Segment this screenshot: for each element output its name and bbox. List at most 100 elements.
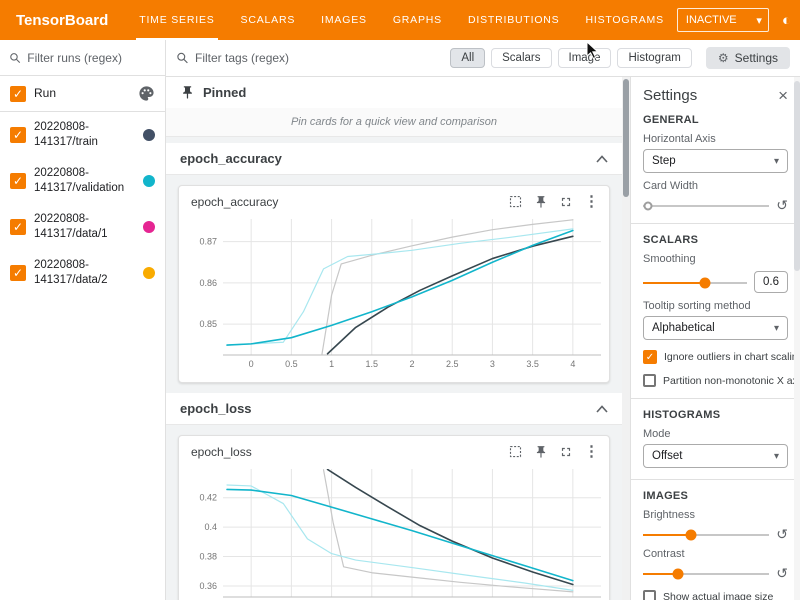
check-icon: ✓ [13,266,23,280]
cards-scroll-area: Pinned Pin cards for a quick view and co… [166,77,630,600]
pin-icon[interactable] [534,195,548,209]
chevron-up-icon[interactable] [596,155,608,163]
reset-icon[interactable]: ↺ [776,198,788,212]
reset-icon[interactable]: ↺ [776,527,788,541]
chevron-up-icon[interactable] [596,405,608,413]
svg-text:3.5: 3.5 [526,359,539,369]
svg-text:0.36: 0.36 [199,581,217,591]
close-icon[interactable]: × [778,87,788,104]
card-width-row: ↺ [643,198,788,212]
tab-graphs[interactable]: GRAPHS [380,0,455,40]
svg-text:0.38: 0.38 [199,552,217,562]
run-label: 20220808-141317/train [34,120,135,150]
pin-icon[interactable] [534,445,548,459]
partition-x-axis-row[interactable]: Partition non-monotonic X axis i [643,374,788,387]
show-actual-size-label: Show actual image size [663,591,773,600]
svg-text:0: 0 [249,359,254,369]
run-row-data-1[interactable]: ✓ 20220808-141317/data/1 [0,204,165,250]
run-color-dot[interactable] [143,129,155,141]
card-width-label: Card Width [643,180,788,192]
chip-all[interactable]: All [450,48,485,68]
svg-text:2: 2 [409,359,414,369]
main-area: All Scalars Image Histogram ⚙ Settings [166,40,800,600]
tab-images[interactable]: IMAGES [308,0,380,40]
brightness-slider[interactable] [643,528,769,541]
filter-tags-input[interactable] [195,51,444,65]
run-checkbox[interactable]: ✓ [10,127,26,143]
section-header-epoch-accuracy[interactable]: epoch_accuracy [166,143,622,175]
contrast-slider[interactable] [643,567,769,580]
run-row-train[interactable]: ✓ 20220808-141317/train [0,112,165,158]
show-actual-size-row[interactable]: Show actual image size [643,590,788,600]
card-title: epoch_loss [191,445,508,459]
settings-button[interactable]: ⚙ Settings [706,47,790,69]
run-label: 20220808-141317/data/1 [34,212,135,242]
ignore-outliers-row[interactable]: ✓ Ignore outliers in chart scaling [643,350,788,364]
runs-header-row[interactable]: ✓ Run [0,76,165,112]
content: ✓ Run ✓ 20220808-141317/train ✓ 20220808… [0,40,800,600]
fit-domain-icon[interactable] [508,444,523,459]
run-checkbox[interactable]: ✓ [10,219,26,235]
horizontal-axis-dropdown[interactable]: Step ▾ [643,149,788,173]
tag-filter-chips: All Scalars Image Histogram [450,48,692,68]
svg-text:1: 1 [329,359,334,369]
tooltip-sorting-dropdown[interactable]: Alphabetical ▾ [643,316,788,340]
status-dropdown[interactable]: INACTIVE ▾ [677,8,769,32]
fullscreen-icon[interactable] [559,195,573,209]
gear-icon: ⚙ [718,51,729,65]
run-color-dot[interactable] [143,221,155,233]
app-title: TensorBoard [16,12,108,29]
smoothing-value-input[interactable]: 0.6 [754,271,788,293]
smoothing-label: Smoothing [643,253,788,265]
run-label: 20220808-141317/validation [34,166,135,196]
run-checkbox[interactable]: ✓ [10,173,26,189]
search-icon [176,51,189,65]
tab-time-series[interactable]: TIME SERIES [126,0,227,40]
tag-toolbar: All Scalars Image Histogram ⚙ Settings [166,40,800,77]
chip-scalars[interactable]: Scalars [491,48,551,68]
settings-button-label: Settings [735,51,778,65]
section-header-epoch-loss[interactable]: epoch_loss [166,393,622,425]
theme-toggle-icon[interactable]: ◐ [782,13,791,28]
lower-area: Pinned Pin cards for a quick view and co… [166,77,800,600]
run-checkbox[interactable]: ✓ [10,265,26,281]
tab-scalars[interactable]: SCALARS [228,0,309,40]
line-chart[interactable]: 00.511.522.533.540.360.380.40.42 [183,463,611,600]
caret-down-icon: ▾ [756,14,762,27]
card-width-slider[interactable] [643,199,769,212]
settings-scrollbar[interactable] [794,77,800,600]
line-chart[interactable]: 00.511.522.533.540.850.860.87 [183,213,611,371]
filter-runs-row [0,40,165,76]
partition-x-axis-checkbox[interactable] [643,374,656,387]
ignore-outliers-checkbox[interactable]: ✓ [643,350,657,364]
run-color-dot[interactable] [143,267,155,279]
select-all-runs-checkbox[interactable]: ✓ [10,86,26,102]
filter-runs-input[interactable] [27,51,156,65]
run-color-dot[interactable] [143,175,155,187]
chart-epoch-accuracy[interactable]: 00.511.522.533.540.850.860.87 [179,211,609,382]
show-actual-size-checkbox[interactable] [643,590,656,600]
reset-icon[interactable]: ↺ [776,566,788,580]
tab-distributions[interactable]: DISTRIBUTIONS [455,0,573,40]
palette-icon[interactable] [138,85,155,102]
svg-text:0.5: 0.5 [285,359,298,369]
tooltip-sorting-label: Tooltip sorting method [643,300,788,312]
svg-text:3: 3 [490,359,495,369]
chart-epoch-loss[interactable]: 00.511.522.533.540.360.380.40.42 [179,461,609,600]
fullscreen-icon[interactable] [559,445,573,459]
run-row-validation[interactable]: ✓ 20220808-141317/validation [0,158,165,204]
svg-text:0.86: 0.86 [199,278,217,288]
chip-histogram[interactable]: Histogram [617,48,691,68]
histogram-mode-dropdown[interactable]: Offset ▾ [643,444,788,468]
main-scrollbar[interactable] [622,77,630,600]
smoothing-slider[interactable] [643,276,747,289]
more-options-icon[interactable]: ⋮ [584,444,599,459]
run-row-data-2[interactable]: ✓ 20220808-141317/data/2 [0,250,165,296]
settings-scrollbar-thumb[interactable] [794,81,800,271]
chip-image[interactable]: Image [558,48,612,68]
more-options-icon[interactable]: ⋮ [584,194,599,209]
main-scrollbar-thumb[interactable] [623,79,629,197]
fit-domain-icon[interactable] [508,194,523,209]
smoothing-row: 0.6 [643,271,788,293]
tab-histograms[interactable]: HISTOGRAMS [572,0,676,40]
